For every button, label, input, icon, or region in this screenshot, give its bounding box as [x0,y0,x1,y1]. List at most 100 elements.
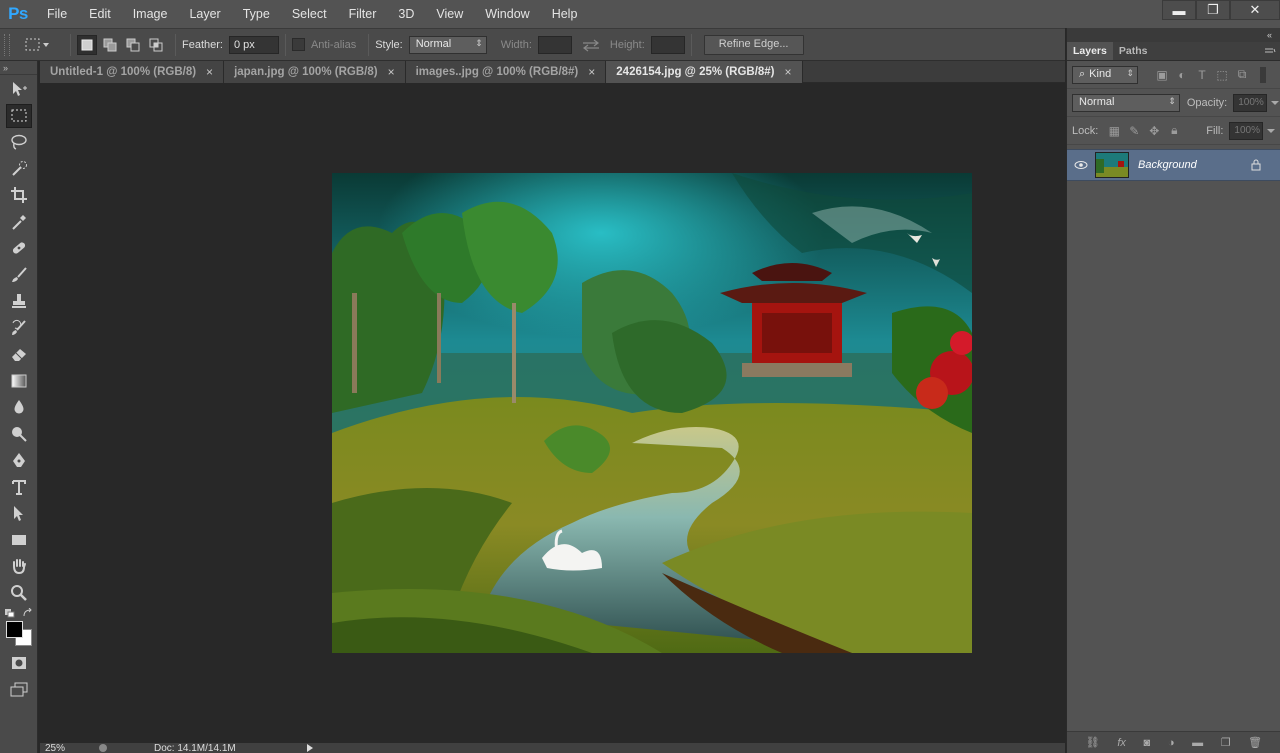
tab-2426154[interactable]: 2426154.jpg @ 25% (RGB/8#) × [606,61,803,83]
foreground-color-swatch[interactable] [6,621,23,638]
fx-icon[interactable]: fx [1117,737,1126,749]
pixel-filter-icon[interactable]: ▣ [1152,67,1172,83]
chevron-down-icon[interactable] [1266,127,1276,135]
hand-tool[interactable] [6,554,32,578]
dodge-tool[interactable] [6,422,32,446]
new-selection-button[interactable] [77,34,97,55]
link-layers-icon[interactable]: ⛓ [1086,736,1100,749]
spot-healing-tool[interactable] [6,236,32,260]
antialias-checkbox[interactable] [291,38,305,51]
pen-tool[interactable] [6,448,32,472]
menu-file[interactable]: File [36,0,78,28]
rectangular-marquee-tool[interactable] [5,103,32,128]
photoshop-window: Ps File Edit Image Layer Type Select Fil… [0,0,1280,753]
quick-selection-tool[interactable] [6,157,32,181]
fill-input[interactable]: 100% [1229,121,1264,140]
menu-edit[interactable]: Edit [78,0,122,28]
shape-filter-icon[interactable]: ⬚ [1212,67,1232,83]
default-colors-icon[interactable] [4,608,16,618]
lock-all-icon[interactable]: 🔒︎ [1164,123,1184,139]
layer-name[interactable]: Background [1138,159,1250,171]
restore-button[interactable]: ❐ [1196,0,1230,20]
filter-kind-select[interactable]: ⌕ Kind [1072,65,1138,84]
filter-toggle[interactable] [1260,66,1266,83]
close-tab-icon[interactable]: × [588,65,595,79]
eraser-tool[interactable] [6,342,32,366]
close-tab-icon[interactable]: × [206,65,213,79]
new-layer-icon[interactable]: ❐ [1221,736,1231,749]
menu-window[interactable]: Window [474,0,540,28]
screen-mode-tool[interactable] [6,678,32,702]
document-tabs: Untitled-1 @ 100% (RGB/8) × japan.jpg @ 1… [40,61,1065,83]
tab-layers[interactable]: Layers [1067,42,1113,60]
add-mask-icon[interactable]: ◙ [1144,737,1151,749]
document-image[interactable] [332,173,972,653]
path-selection-tool[interactable] [6,501,32,525]
menu-3d[interactable]: 3D [387,0,425,28]
lasso-tool[interactable] [6,130,32,154]
style-select[interactable]: Normal [408,35,487,54]
adjustment-filter-icon[interactable]: ◐ [1172,67,1192,83]
eyedropper-tool[interactable] [6,210,32,234]
quick-mask-tool[interactable] [6,651,32,675]
menu-image[interactable]: Image [122,0,179,28]
delete-layer-icon[interactable]: 🗑︎ [1248,736,1262,749]
lock-position-icon[interactable]: ✥ [1144,123,1164,139]
tab-images[interactable]: images..jpg @ 100% (RGB/8#) × [405,61,607,83]
close-tab-icon[interactable]: × [388,65,395,79]
tab-paths[interactable]: Paths [1113,42,1154,60]
layer-row-background[interactable]: Background [1067,149,1280,181]
type-tool[interactable] [6,475,32,499]
zoom-tool[interactable] [6,581,32,605]
blur-tool[interactable] [6,395,32,419]
status-icon[interactable] [97,743,109,753]
new-group-icon[interactable]: ▬ [1192,737,1203,749]
menu-layer[interactable]: Layer [178,0,231,28]
menu-view[interactable]: View [425,0,474,28]
visibility-toggle[interactable] [1067,160,1095,170]
clone-stamp-tool[interactable] [6,289,32,313]
menu-select[interactable]: Select [281,0,338,28]
opacity-input[interactable]: 100% [1233,93,1268,112]
options-grip[interactable] [4,33,10,56]
refine-edge-button[interactable]: Refine Edge... [703,34,804,55]
swap-icon[interactable] [580,38,602,52]
canvas-area[interactable] [40,83,1065,743]
tab-japan[interactable]: japan.jpg @ 100% (RGB/8) × [224,61,406,83]
chevron-right-icon[interactable] [306,744,314,752]
zoom-level[interactable]: 25% [45,743,85,753]
crop-tool[interactable] [6,183,32,207]
tool-preset-picker[interactable] [24,37,64,53]
panel-menu-icon[interactable] [1264,47,1276,55]
subtract-selection-icon [126,38,140,51]
width-input[interactable] [537,35,572,54]
history-brush-tool[interactable] [6,316,32,340]
tools-panel-grip[interactable]: » [0,61,37,75]
chevron-down-icon[interactable] [1270,99,1280,107]
intersect-selection-button[interactable] [146,35,166,55]
add-selection-button[interactable] [100,35,120,55]
lock-pixels-icon[interactable]: ✎ [1124,123,1144,139]
lock-transparent-icon[interactable]: ▦ [1104,123,1124,139]
tab-untitled-1[interactable]: Untitled-1 @ 100% (RGB/8) × [40,61,225,83]
type-filter-icon[interactable]: T [1192,67,1212,83]
menu-filter[interactable]: Filter [338,0,388,28]
adjustment-layer-icon[interactable]: ◑ [1168,737,1175,749]
brush-tool[interactable] [6,263,32,287]
panel-collapse[interactable]: « [1067,28,1280,42]
menu-help[interactable]: Help [541,0,589,28]
height-input[interactable] [650,35,685,54]
blend-mode-select[interactable]: Normal [1072,93,1180,112]
move-tool[interactable] [6,77,32,101]
rectangle-tool[interactable] [6,528,32,552]
close-button[interactable]: ✕ [1230,0,1280,20]
menu-type[interactable]: Type [232,0,281,28]
gradient-tool[interactable] [6,369,32,393]
close-tab-icon[interactable]: × [785,65,792,79]
feather-input[interactable] [228,35,279,54]
subtract-selection-button[interactable] [123,35,143,55]
smart-object-filter-icon[interactable]: ⧉ [1232,67,1252,83]
menu-bar: Ps File Edit Image Layer Type Select Fil… [0,0,1280,28]
swap-colors-icon[interactable] [22,608,34,618]
minimize-button[interactable]: ▬ [1162,0,1196,20]
